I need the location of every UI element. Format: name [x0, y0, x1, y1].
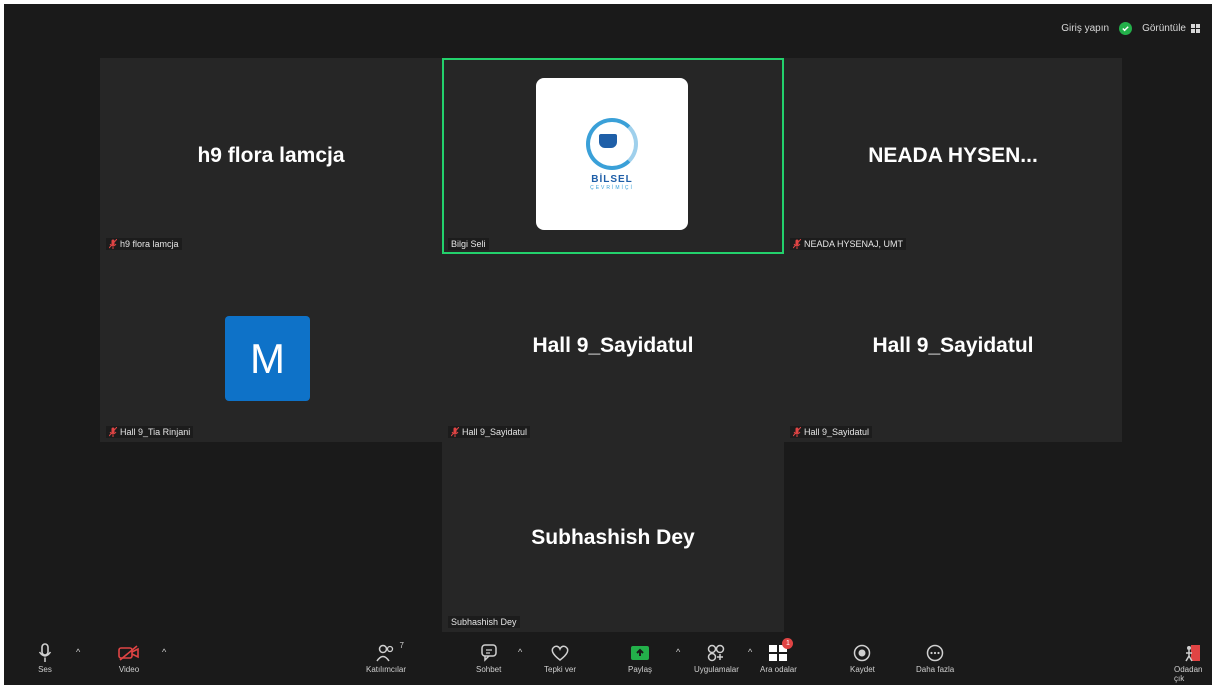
breakout-rooms-button[interactable]: 1 Ara odalar — [760, 638, 797, 674]
record-button[interactable]: Kaydet — [850, 641, 875, 674]
participant-display-name: Hall 9_Sayidatul — [532, 334, 694, 357]
more-button[interactable]: Daha fazla — [916, 641, 954, 674]
participant-label: Hall 9_Tia Rinjani — [120, 427, 191, 437]
video-options-chevron-up-icon[interactable]: ^ — [162, 647, 166, 657]
chat-label: Sohbet — [476, 665, 502, 674]
top-bar: Giriş yapın Görüntüle — [1061, 22, 1200, 35]
security-shield-icon[interactable] — [1119, 22, 1133, 35]
participant-label: h9 flora lamcja — [120, 239, 179, 249]
participant-name-tag: Hall 9_Tia Rinjani — [106, 426, 194, 438]
video-tile-sayidatul-1[interactable]: Hall 9_Sayidatul Hall 9_Sayidatul — [442, 254, 784, 442]
participant-name-tag: h9 flora lamcja — [106, 238, 182, 250]
participants-count: 7 — [399, 641, 404, 650]
participant-label: NEADA HYSENAJ, UMT — [804, 239, 904, 249]
apps-button[interactable]: Uygulamalar — [694, 641, 739, 674]
meeting-toolbar: Ses ^ Video ^ 7 Katılımcılar Sohbet ^ Te… — [4, 637, 1212, 685]
participant-display-name: Subhashish Dey — [531, 526, 695, 549]
chat-button[interactable]: Sohbet — [476, 641, 501, 674]
share-button[interactable]: Paylaş — [628, 641, 652, 674]
participants-icon — [376, 644, 394, 662]
react-button[interactable]: Tepki ver — [544, 641, 576, 674]
meeting-window: Giriş yapın Görüntüle h9 flora lamcja h9… — [4, 4, 1212, 685]
notification-badge: 1 — [782, 638, 794, 649]
participant-name-tag: NEADA HYSENAJ, UMT — [790, 238, 907, 250]
chat-icon — [480, 644, 497, 662]
book-globe-icon — [586, 117, 638, 170]
video-tile-tia-rinjani[interactable]: M Hall 9_Tia Rinjani — [100, 254, 442, 442]
bilsel-logo: BİLSEL ÇEVRİMİÇİ — [536, 78, 688, 230]
leave-label: Odadan çık — [1174, 665, 1203, 683]
participant-display-name: Hall 9_Sayidatul — [872, 334, 1034, 357]
participant-name-tag: Hall 9_Sayidatul — [448, 426, 531, 438]
video-off-icon — [118, 645, 139, 661]
breakout-rooms-label: Ara odalar — [760, 665, 797, 674]
video-tile-sayidatul-2[interactable]: Hall 9_Sayidatul Hall 9_Sayidatul — [784, 254, 1122, 442]
share-options-chevron-up-icon[interactable]: ^ — [676, 647, 680, 657]
video-label: Video — [118, 665, 140, 674]
microphone-icon — [38, 643, 52, 662]
muted-mic-icon — [109, 239, 117, 249]
video-tile-bilgi-seli-active-speaker[interactable]: BİLSEL ÇEVRİMİÇİ Bilgi Seli — [442, 58, 784, 254]
more-label: Daha fazla — [916, 665, 955, 674]
video-tile-h9-flora[interactable]: h9 flora lamcja h9 flora lamcja — [100, 58, 442, 254]
avatar: M — [225, 316, 310, 401]
audio-label: Ses — [38, 665, 52, 674]
participant-label: Hall 9_Sayidatul — [462, 427, 528, 437]
view-label: Görüntüle — [1142, 23, 1186, 34]
record-label: Kaydet — [850, 665, 875, 674]
heart-icon — [551, 645, 569, 661]
participant-label: Subhashish Dey — [451, 617, 517, 627]
share-screen-icon — [631, 646, 649, 660]
audio-button[interactable]: Ses — [38, 641, 52, 674]
gallery-grid-icon — [1191, 24, 1200, 33]
apps-label: Uygulamalar — [694, 665, 739, 674]
apps-options-chevron-up-icon[interactable]: ^ — [748, 647, 752, 657]
participant-name-tag: Hall 9_Sayidatul — [790, 426, 873, 438]
participant-label: Hall 9_Sayidatul — [804, 427, 870, 437]
participant-name-tag: Bilgi Seli — [448, 238, 489, 250]
leave-door-icon — [1185, 645, 1200, 662]
participant-label: Bilgi Seli — [451, 239, 486, 249]
muted-mic-icon — [451, 427, 459, 437]
video-tile-neada[interactable]: NEADA HYSEN... NEADA HYSENAJ, UMT — [784, 58, 1122, 254]
more-options-icon — [926, 644, 944, 662]
audio-options-chevron-up-icon[interactable]: ^ — [76, 647, 80, 657]
participants-button[interactable]: 7 Katılımcılar — [366, 641, 406, 674]
apps-icon — [708, 644, 725, 662]
muted-mic-icon — [793, 239, 801, 249]
chat-options-chevron-up-icon[interactable]: ^ — [518, 647, 522, 657]
react-label: Tepki ver — [544, 665, 577, 674]
muted-mic-icon — [109, 427, 117, 437]
participant-display-name: NEADA HYSEN... — [868, 144, 1038, 167]
participant-display-name: h9 flora lamcja — [197, 144, 345, 167]
participant-name-tag: Subhashish Dey — [448, 616, 520, 628]
participants-label: Katılımcılar — [366, 665, 407, 674]
share-label: Paylaş — [628, 665, 653, 674]
muted-mic-icon — [793, 427, 801, 437]
sign-in-label[interactable]: Giriş yapın — [1061, 23, 1109, 34]
logo-text: BİLSEL — [591, 173, 633, 185]
video-tile-subhashish[interactable]: Subhashish Dey Subhashish Dey — [442, 442, 784, 632]
record-icon — [854, 644, 871, 662]
leave-meeting-button[interactable]: Odadan çık — [1174, 641, 1212, 683]
view-button[interactable]: Görüntüle — [1142, 23, 1200, 34]
logo-subtext: ÇEVRİMİÇİ — [590, 184, 634, 191]
video-button[interactable]: Video — [118, 641, 140, 674]
